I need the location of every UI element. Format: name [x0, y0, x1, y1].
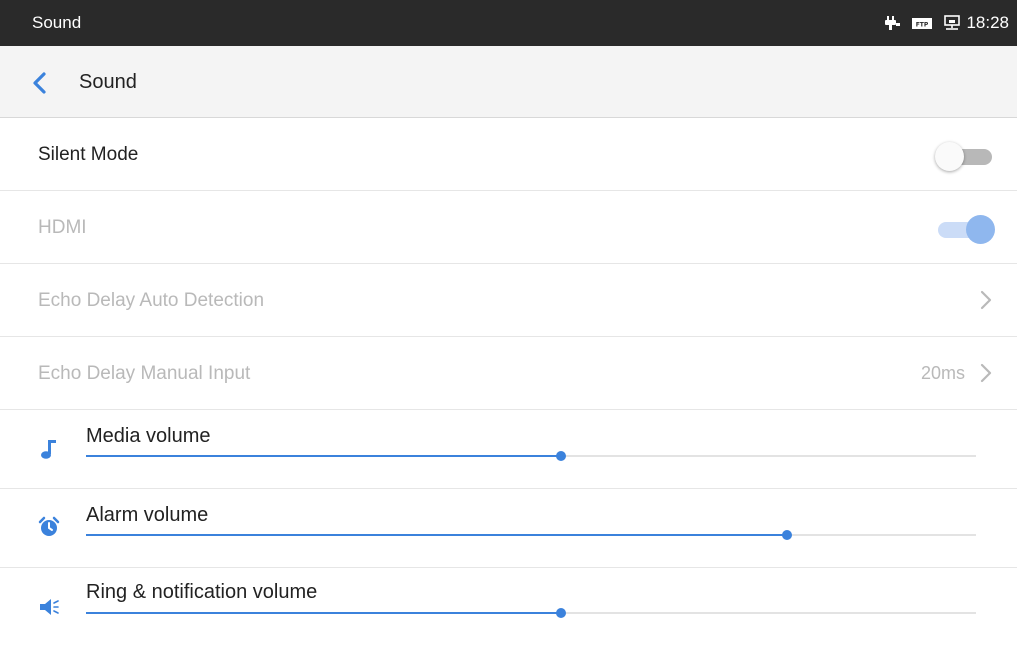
slider-thumb[interactable] — [556, 608, 567, 618]
alarm-volume-slider[interactable] — [86, 529, 976, 541]
alarm-clock-icon — [38, 516, 60, 536]
slider-fill — [86, 612, 562, 614]
silent-mode-row[interactable]: Silent Mode — [0, 118, 1017, 191]
app-bar: Sound — [0, 46, 1017, 118]
status-bar: Sound FTP 18:28 — [0, 0, 1017, 46]
echo-delay-value: 20ms — [920, 363, 965, 383]
echo-delay-auto-label: Echo Delay Auto Detection — [38, 290, 265, 311]
music-note-icon — [41, 440, 56, 459]
silent-mode-toggle[interactable] — [935, 142, 995, 171]
status-clock: 18:28 — [966, 13, 1009, 32]
toggle-thumb — [966, 215, 995, 244]
chevron-right-icon — [980, 290, 992, 310]
hdmi-label: HDMI — [38, 217, 87, 238]
echo-delay-auto-row: Echo Delay Auto Detection — [0, 264, 1017, 337]
silent-mode-label: Silent Mode — [38, 144, 139, 165]
echo-delay-manual-label: Echo Delay Manual Input — [38, 363, 251, 384]
status-icons: FTP — [883, 14, 961, 32]
svg-text:FTP: FTP — [916, 22, 929, 29]
status-bar-title: Sound — [32, 13, 82, 32]
media-volume-row: Media volume — [0, 410, 1017, 489]
ring-volume-row: Ring & notification volume — [0, 568, 1017, 647]
slider-thumb[interactable] — [556, 451, 567, 461]
ftp-icon: FTP — [912, 18, 932, 29]
hdmi-toggle — [935, 215, 995, 244]
page-title: Sound — [79, 71, 137, 93]
media-volume-label: Media volume — [86, 425, 211, 447]
ethernet-icon — [944, 15, 960, 30]
slider-fill — [86, 455, 562, 457]
poe-power-icon — [885, 16, 900, 30]
echo-delay-manual-row: Echo Delay Manual Input 20ms — [0, 337, 1017, 410]
alarm-volume-label: Alarm volume — [86, 504, 209, 526]
slider-fill — [86, 534, 788, 536]
toggle-thumb — [935, 142, 964, 171]
slider-thumb[interactable] — [782, 530, 793, 540]
ring-volume-label: Ring & notification volume — [86, 581, 318, 603]
hdmi-row: HDMI — [0, 191, 1017, 264]
alarm-volume-row: Alarm volume — [0, 489, 1017, 568]
chevron-right-icon — [980, 363, 992, 383]
media-volume-slider[interactable] — [86, 450, 976, 462]
speaker-icon — [40, 599, 59, 615]
ring-volume-slider[interactable] — [86, 607, 976, 619]
back-arrow-icon[interactable] — [24, 66, 58, 100]
